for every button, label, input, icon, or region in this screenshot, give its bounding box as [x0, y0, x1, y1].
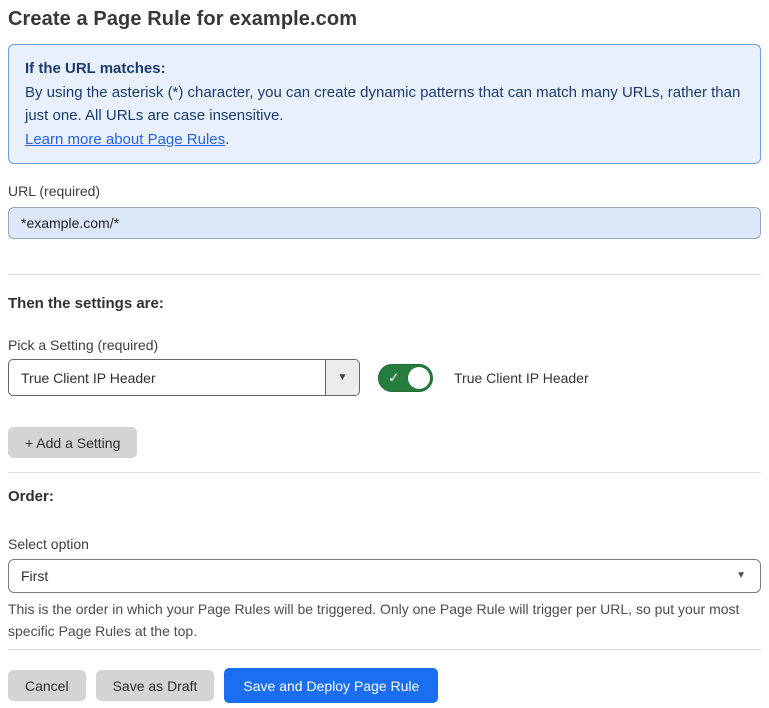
- setting-row: True Client IP Header ▼ ✓ True Client IP…: [8, 359, 761, 396]
- footer-actions: Cancel Save as Draft Save and Deploy Pag…: [8, 668, 761, 703]
- url-match-info-box: If the URL matches: By using the asteris…: [8, 44, 761, 164]
- learn-more-link[interactable]: Learn more about Page Rules: [25, 131, 225, 148]
- divider: [8, 274, 761, 275]
- url-input[interactable]: [8, 207, 761, 239]
- order-helper-text: This is the order in which your Page Rul…: [8, 598, 753, 642]
- save-and-deploy-button[interactable]: Save and Deploy Page Rule: [224, 668, 438, 703]
- save-as-draft-button[interactable]: Save as Draft: [96, 670, 215, 701]
- order-select-value: First: [21, 568, 48, 584]
- chevron-down-icon: ▼: [338, 373, 348, 383]
- check-icon: ✓: [388, 370, 400, 384]
- settings-section-heading: Then the settings are:: [8, 295, 761, 313]
- info-box-heading: If the URL matches:: [25, 57, 744, 80]
- setting-toggle[interactable]: ✓: [378, 364, 433, 392]
- info-box-link-row: Learn more about Page Rules.: [25, 128, 744, 151]
- divider: [8, 472, 761, 473]
- create-page-rule-page: Create a Page Rule for example.com If th…: [0, 0, 769, 703]
- toggle-knob: [408, 367, 430, 389]
- page-title: Create a Page Rule for example.com: [8, 5, 761, 33]
- setting-picker-label: Pick a Setting (required): [8, 337, 761, 354]
- cancel-button[interactable]: Cancel: [8, 670, 86, 701]
- link-period: .: [225, 131, 229, 148]
- setting-select-value: True Client IP Header: [9, 360, 325, 395]
- setting-select-arrow-button[interactable]: ▼: [325, 360, 359, 395]
- setting-toggle-label: True Client IP Header: [454, 370, 589, 386]
- info-box-body: By using the asterisk (*) character, you…: [25, 81, 744, 127]
- setting-select[interactable]: True Client IP Header ▼: [8, 359, 360, 396]
- url-field-label: URL (required): [8, 183, 761, 200]
- chevron-down-icon: ▼: [736, 571, 746, 581]
- order-section-heading: Order:: [8, 488, 761, 506]
- divider: [8, 649, 761, 650]
- order-select[interactable]: First ▼: [8, 559, 761, 593]
- add-setting-button[interactable]: + Add a Setting: [8, 427, 137, 458]
- order-select-label: Select option: [8, 536, 761, 553]
